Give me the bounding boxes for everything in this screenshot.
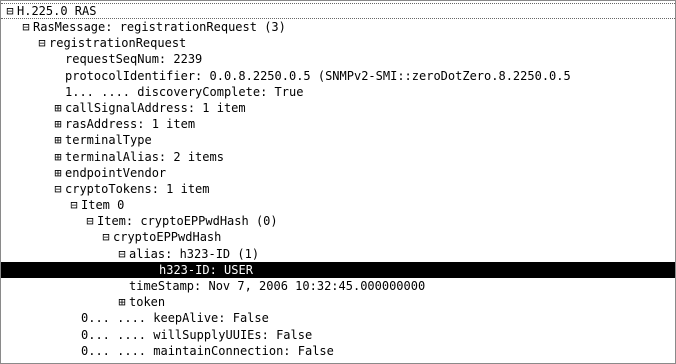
tree-row-label: cryptoTokens: 1 item bbox=[65, 181, 210, 196]
tree-row-label: cryptoEPPwdHash bbox=[113, 230, 222, 245]
expand-icon[interactable]: ⊞ bbox=[51, 100, 65, 116]
tree-row-registration-request[interactable]: ⊟ registrationRequest bbox=[1, 35, 675, 51]
tree-row-will-supply-uuies[interactable]: 0... .... willSupplyUUIEs: False bbox=[1, 327, 675, 343]
tree-row-rasmessage[interactable]: ⊟ RasMessage: registrationRequest (3) bbox=[1, 19, 675, 35]
tree-row-maintain-connection[interactable]: 0... .... maintainConnection: False bbox=[1, 343, 675, 359]
collapse-icon[interactable]: ⊟ bbox=[3, 4, 17, 18]
tree-row-terminal-alias[interactable]: ⊞ terminalAlias: 2 items bbox=[1, 149, 675, 165]
tree-row-label: H.225.0 RAS bbox=[17, 4, 97, 18]
collapse-icon[interactable]: ⊟ bbox=[35, 35, 49, 51]
tree-row-protocol-identifier[interactable]: protocolIdentifier: 0.0.8.2250.0.5 (SNMP… bbox=[1, 68, 675, 84]
tree-row-label: Item 0 bbox=[81, 198, 125, 213]
expand-icon[interactable]: ⊞ bbox=[51, 149, 65, 165]
tree-row-label: terminalType bbox=[65, 133, 152, 148]
tree-row-label: registrationRequest bbox=[49, 36, 187, 51]
tree-row-label: alias: h323-ID (1) bbox=[129, 246, 260, 261]
tree-row-alias[interactable]: ⊟ alias: h323-ID (1) bbox=[1, 246, 675, 262]
tree-row-item-crypto-epp-pwd-hash[interactable]: ⊟ Item: cryptoEPPwdHash (0) bbox=[1, 213, 675, 229]
protocol-tree: ⊟ H.225.0 RAS ⊟ RasMessage: registrationRe… bbox=[1, 3, 675, 359]
tree-row-label: 0... .... maintainConnection: False bbox=[81, 343, 334, 358]
expand-icon[interactable]: ⊞ bbox=[115, 294, 129, 310]
tree-row-terminal-type[interactable]: ⊞ terminalType bbox=[1, 132, 675, 148]
tree-row-label: terminalAlias: 2 items bbox=[65, 149, 224, 164]
tree-row-ras-address[interactable]: ⊞ rasAddress: 1 item bbox=[1, 116, 675, 132]
expand-icon[interactable]: ⊞ bbox=[51, 116, 65, 132]
tree-row-request-seq-num[interactable]: requestSeqNum: 2239 bbox=[1, 51, 675, 67]
tree-row-label: h323-ID: USER bbox=[159, 262, 253, 277]
tree-row-label: Item: cryptoEPPwdHash (0) bbox=[97, 214, 278, 229]
tree-row-item-0[interactable]: ⊟ Item 0 bbox=[1, 197, 675, 213]
tree-row-label: 1... .... discoveryComplete: True bbox=[65, 84, 304, 99]
tree-row-label: callSignalAddress: 1 item bbox=[65, 100, 246, 115]
collapse-icon[interactable]: ⊟ bbox=[99, 229, 113, 245]
collapse-icon[interactable]: ⊟ bbox=[115, 246, 129, 262]
tree-row-label: token bbox=[129, 295, 166, 310]
tree-row-label: protocolIdentifier: 0.0.8.2250.0.5 (SNMP… bbox=[65, 68, 571, 83]
tree-row-timestamp[interactable]: timeStamp: Nov 7, 2006 10:32:45.00000000… bbox=[1, 278, 675, 294]
tree-row-h225-ras[interactable]: ⊟ H.225.0 RAS bbox=[1, 3, 675, 19]
collapse-icon[interactable]: ⊟ bbox=[67, 197, 81, 213]
tree-row-discovery-complete[interactable]: 1... .... discoveryComplete: True bbox=[1, 84, 675, 100]
tree-row-label: timeStamp: Nov 7, 2006 10:32:45.00000000… bbox=[129, 279, 426, 293]
tree-row-keep-alive[interactable]: 0... .... keepAlive: False bbox=[1, 310, 675, 326]
tree-row-crypto-epp-pwd-hash[interactable]: ⊟ cryptoEPPwdHash bbox=[1, 229, 675, 245]
tree-row-label: 0... .... keepAlive: False bbox=[81, 311, 269, 326]
tree-row-call-signal-address[interactable]: ⊞ callSignalAddress: 1 item bbox=[1, 100, 675, 116]
packet-details-pane[interactable]: ⊟ H.225.0 RAS ⊟ RasMessage: registrationRe… bbox=[0, 0, 676, 364]
tree-row-h323-id-selected[interactable]: h323-ID: USER bbox=[1, 261, 675, 278]
tree-row-label: requestSeqNum: 2239 bbox=[65, 52, 203, 67]
tree-row-crypto-tokens[interactable]: ⊟ cryptoTokens: 1 item bbox=[1, 181, 675, 197]
tree-row-label: 0... .... willSupplyUUIEs: False bbox=[81, 327, 313, 342]
collapse-icon[interactable]: ⊟ bbox=[51, 181, 65, 197]
tree-row-label: rasAddress: 1 item bbox=[65, 117, 196, 132]
collapse-icon[interactable]: ⊟ bbox=[83, 213, 97, 229]
tree-row-endpoint-vendor[interactable]: ⊞ endpointVendor bbox=[1, 165, 675, 181]
expand-icon[interactable]: ⊞ bbox=[51, 132, 65, 148]
collapse-icon[interactable]: ⊟ bbox=[19, 19, 33, 35]
expand-icon[interactable]: ⊞ bbox=[51, 165, 65, 181]
tree-row-label: RasMessage: registrationRequest (3) bbox=[33, 20, 286, 34]
tree-row-token[interactable]: ⊞ token bbox=[1, 294, 675, 310]
tree-row-label: endpointVendor bbox=[65, 165, 167, 180]
